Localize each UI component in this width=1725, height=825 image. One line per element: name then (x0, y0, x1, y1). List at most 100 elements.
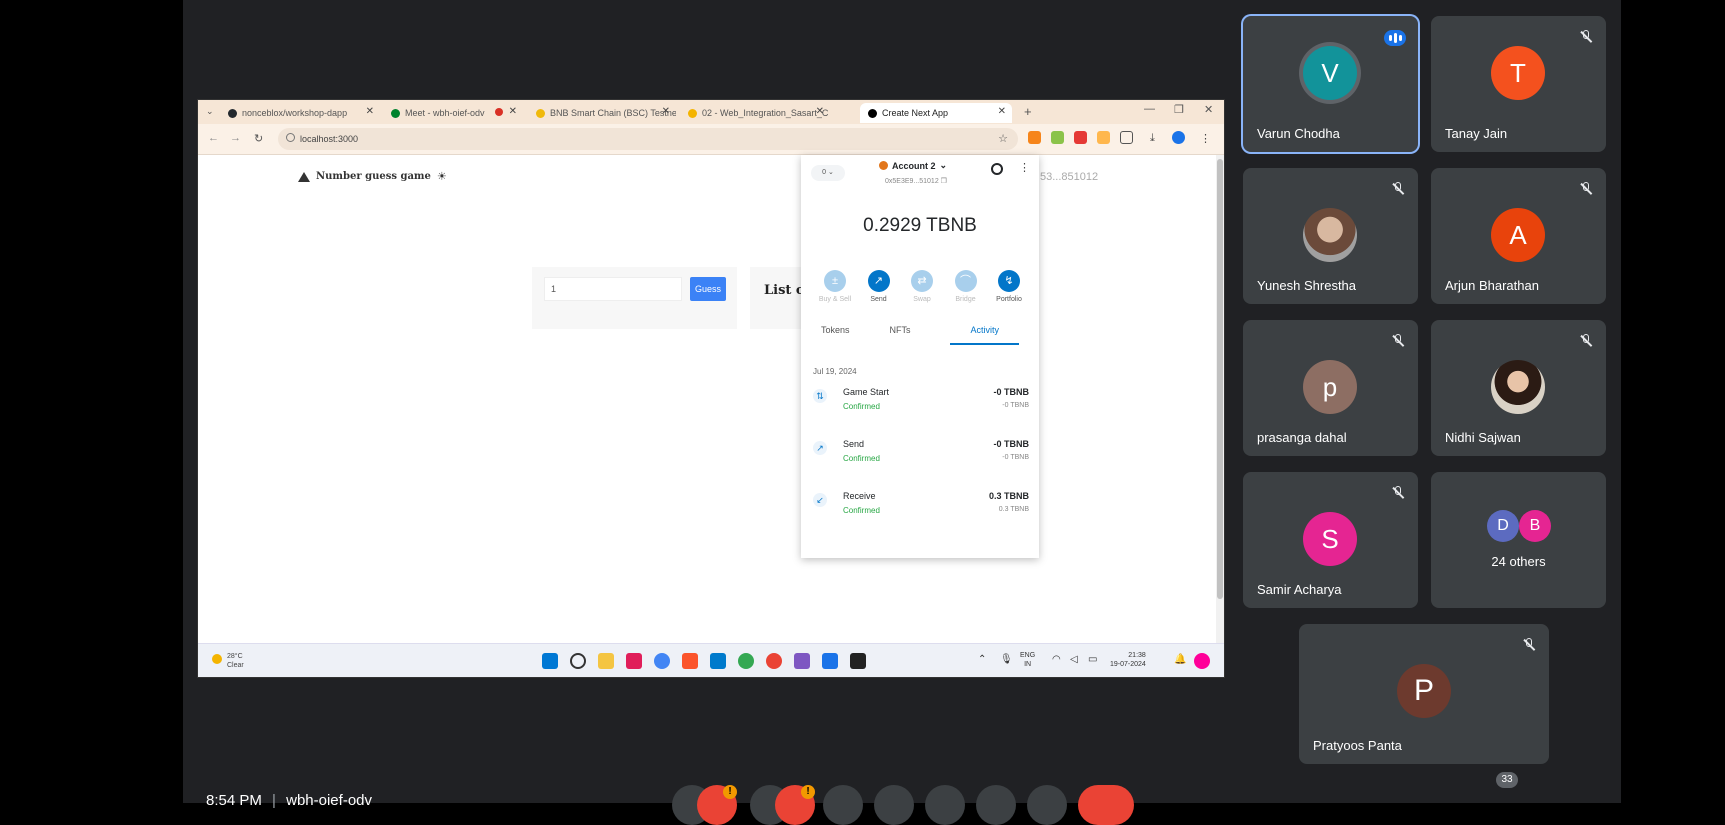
bookmark-star-icon[interactable]: ☆ (998, 132, 1008, 145)
tab-activity[interactable]: Activity (950, 325, 1019, 345)
connected-sites-icon[interactable] (991, 163, 1003, 175)
brave-icon[interactable] (682, 653, 698, 669)
extension-icon[interactable] (1074, 131, 1087, 144)
extension-icon[interactable] (1097, 131, 1110, 144)
participant-name: Arjun Bharathan (1445, 278, 1539, 293)
slack-icon[interactable] (626, 653, 642, 669)
participant-tile[interactable]: Nidhi Sajwan (1431, 320, 1606, 456)
calculator-icon[interactable] (822, 653, 838, 669)
chrome-icon[interactable] (654, 653, 670, 669)
terminal-icon[interactable] (850, 653, 866, 669)
activities-icon[interactable] (1566, 785, 1606, 825)
metamask-extension-icon[interactable] (1028, 131, 1041, 144)
raise-hand-button[interactable] (976, 785, 1016, 825)
site-info-icon[interactable] (286, 133, 295, 142)
swap-button[interactable]: ⇄ Swap (904, 270, 940, 303)
tab-nfts[interactable]: NFTs (890, 325, 911, 349)
guess-button[interactable]: Guess (690, 277, 726, 301)
download-icon[interactable]: ⤓ (1150, 132, 1155, 145)
app-icon[interactable] (794, 653, 810, 669)
vscode-icon[interactable] (710, 653, 726, 669)
scrollbar-thumb[interactable] (1217, 159, 1223, 599)
participant-tile[interactable]: S Samir Acharya (1243, 472, 1418, 608)
tray-chevron-icon[interactable]: ⌃ (978, 654, 986, 665)
more-options-button[interactable] (1027, 785, 1067, 825)
emoji-button[interactable] (874, 785, 914, 825)
theme-sun-icon[interactable]: ☀ (437, 170, 447, 183)
reload-icon[interactable]: ↻ (254, 132, 263, 145)
people-icon[interactable] (1474, 785, 1514, 825)
buy-sell-button[interactable]: ± Buy & Sell (817, 270, 853, 303)
close-tab-icon[interactable]: ✕ (662, 106, 670, 117)
present-button[interactable] (925, 785, 965, 825)
browser-tab[interactable]: 02 - Web_Integration_Sasart_C ✕ (680, 103, 830, 123)
avatar: P (1397, 664, 1451, 718)
connected-address[interactable]: 53...851012 (1040, 171, 1098, 183)
chat-icon[interactable] (1520, 785, 1560, 825)
copilot-icon[interactable] (1194, 653, 1210, 669)
new-tab-icon[interactable]: + (1024, 104, 1032, 119)
browser-tab-active[interactable]: Create Next App ✕ (860, 103, 1012, 123)
participant-tile[interactable]: P Pratyoos Panta (1299, 624, 1549, 764)
captions-button[interactable] (823, 785, 863, 825)
chrome-icon[interactable] (766, 653, 782, 669)
tx-amount: 0.3 TBNB (988, 491, 1029, 501)
participant-tile[interactable]: Yunesh Shrestha (1243, 168, 1418, 304)
extension-icon[interactable] (1051, 131, 1064, 144)
transaction-row[interactable]: ↙ Receive Confirmed 0.3 TBNB 0.3 TBNB (813, 491, 1029, 531)
bridge-button[interactable]: ⌒ Bridge (948, 270, 984, 303)
guess-input[interactable]: 1 (544, 277, 682, 301)
microphone-icon[interactable]: 🎙 (1000, 654, 1013, 665)
back-icon[interactable]: ← (208, 132, 219, 144)
search-icon[interactable] (570, 653, 586, 669)
close-tab-icon[interactable]: ✕ (366, 106, 374, 117)
transaction-row[interactable]: ⇅ Game Start Confirmed -0 TBNB -0 TBNB (813, 387, 1029, 427)
browser-menu-icon[interactable]: ⋮ (1200, 132, 1211, 145)
page-scrollbar[interactable] (1216, 155, 1224, 643)
browser-tab[interactable]: BNB Smart Chain (BSC) Testnet ✕ (528, 103, 676, 123)
forward-icon[interactable]: → (230, 132, 241, 144)
account-options-icon[interactable]: ⋮ (1019, 161, 1030, 174)
account-address[interactable]: 0x5E3E9...51012 ❐ (885, 177, 947, 185)
browser-tab[interactable]: nonceblox/workshop-dapp ✕ (220, 103, 380, 123)
participant-tile[interactable]: A Arjun Bharathan (1431, 168, 1606, 304)
notification-bell-icon[interactable]: 🔔 (1174, 654, 1186, 665)
portfolio-button[interactable]: ↯ Portfolio (991, 270, 1027, 303)
chrome-profile-icon[interactable] (738, 653, 754, 669)
extensions-puzzle-icon[interactable] (1120, 131, 1133, 144)
copy-icon[interactable]: ❐ (941, 178, 947, 185)
system-clock[interactable]: 21:38 19-07-2024 (1110, 651, 1146, 669)
close-tab-icon[interactable]: ✕ (998, 106, 1006, 117)
wifi-icon[interactable]: ◠ (1052, 654, 1061, 665)
volume-icon[interactable]: ◁ (1070, 654, 1078, 665)
tab-tokens[interactable]: Tokens (821, 325, 850, 349)
participant-tile[interactable]: p prasanga dahal (1243, 320, 1418, 456)
browser-tab[interactable]: Meet - wbh-oief-odv ✕ (383, 103, 523, 123)
close-tab-icon[interactable]: ✕ (816, 106, 824, 117)
transaction-row[interactable]: ↗ Send Confirmed -0 TBNB -0 TBNB (813, 439, 1029, 479)
action-label: Bridge (955, 296, 976, 303)
minimize-icon[interactable]: — (1144, 103, 1155, 115)
profile-avatar[interactable] (1172, 131, 1185, 144)
others-tile[interactable]: D B 24 others (1431, 472, 1606, 608)
windows-start-icon[interactable] (542, 653, 558, 669)
participant-name: Pratyoos Panta (1313, 738, 1402, 753)
close-tab-icon[interactable]: ✕ (509, 106, 517, 117)
participant-tile[interactable]: T Tanay Jain (1431, 16, 1606, 152)
participant-tile[interactable]: V Varun Chodha (1243, 16, 1418, 152)
file-explorer-icon[interactable] (598, 653, 614, 669)
leave-call-button[interactable] (1078, 785, 1134, 825)
close-window-icon[interactable]: ✕ (1204, 103, 1213, 116)
send-button[interactable]: ↗ Send (861, 270, 897, 303)
action-label: Portfolio (996, 296, 1022, 303)
language-indicator[interactable]: ENG IN (1020, 651, 1035, 669)
network-selector[interactable]: 0 ⌄ (811, 165, 845, 181)
tx-fiat-amount: -0 TBNB (1002, 454, 1029, 461)
address-bar[interactable]: localhost:3000 ☆ (278, 128, 1018, 150)
maximize-icon[interactable]: ❐ (1174, 103, 1184, 116)
battery-icon[interactable]: ▭ (1088, 654, 1097, 665)
account-selector[interactable]: Account 2 ⌄ (879, 160, 947, 171)
meeting-details-icon[interactable] (1426, 785, 1466, 825)
tab-search-icon[interactable]: ⌄ (206, 106, 214, 117)
weather-widget[interactable]: 28°C Clear (212, 652, 244, 670)
